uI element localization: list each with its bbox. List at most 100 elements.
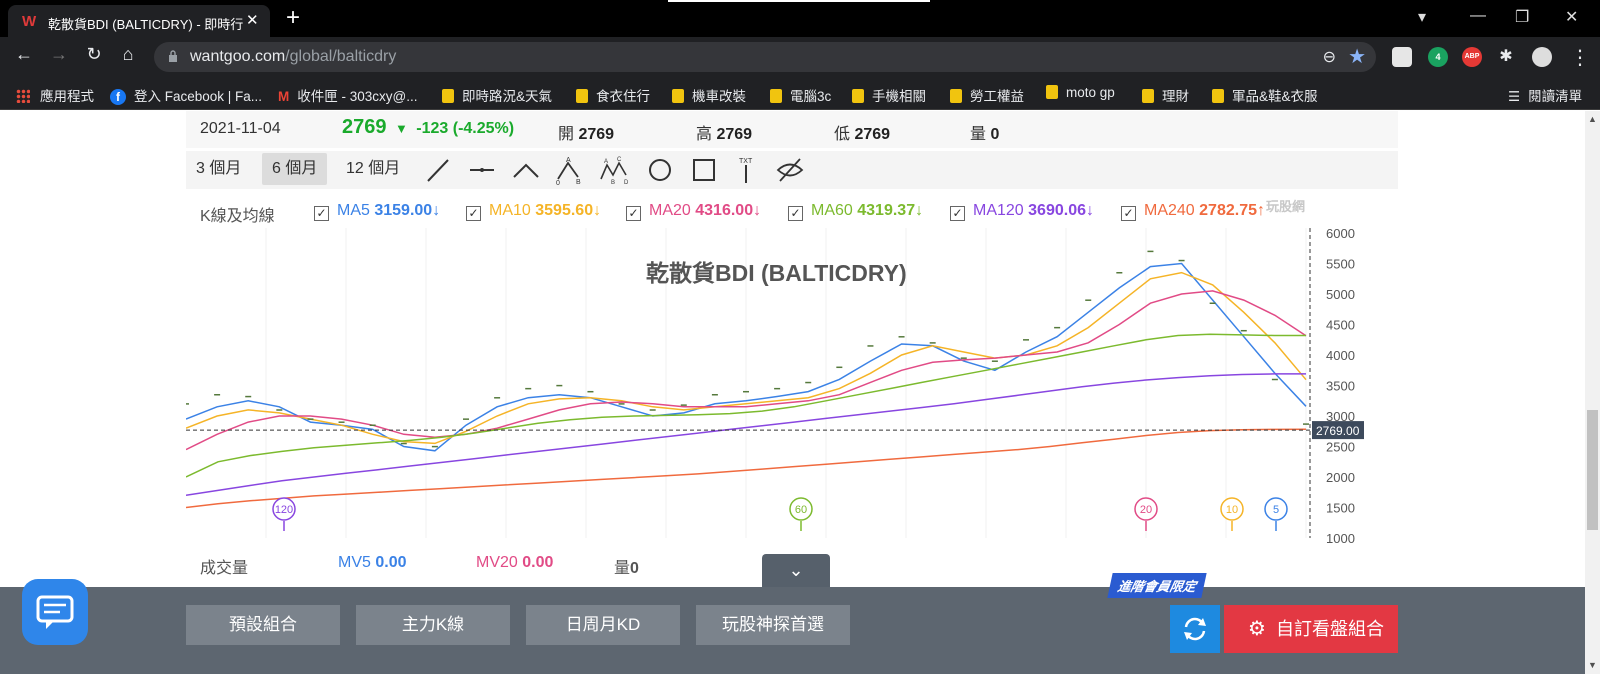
circle-tool-icon[interactable]: [644, 155, 676, 185]
ma10-toggle[interactable]: ✓ MA10 3595.60↓: [466, 202, 601, 221]
bookmark-folder[interactable]: 軍品&鞋&衣服: [1212, 85, 1318, 105]
bookmark-folder[interactable]: 手機相關: [852, 85, 926, 105]
wantgoo-logo-icon: W: [22, 13, 37, 30]
checkbox-icon[interactable]: ✓: [788, 206, 803, 221]
period-marker-label: 10: [1226, 504, 1238, 516]
bookmark-folder[interactable]: 勞工權益: [950, 85, 1024, 105]
low-value: 2769: [854, 126, 891, 143]
quote-volume: 量 0: [970, 120, 999, 144]
kd-button[interactable]: 日周月KD: [526, 605, 680, 645]
collapse-chevron-button[interactable]: ⌄: [762, 554, 830, 588]
gmail-icon: M: [278, 89, 290, 104]
scrollbar-track[interactable]: [1585, 111, 1600, 674]
extension-translate-icon[interactable]: [1392, 47, 1412, 67]
price-chart[interactable]: 6000 5500 5000 4500 4000 3500 3000 2500 2000 1500…: [183, 226, 1398, 550]
reading-list-button[interactable]: ☰ 閱讀清單: [1508, 85, 1582, 105]
new-tab-button[interactable]: +: [286, 4, 300, 32]
hide-drawings-icon[interactable]: [774, 155, 806, 185]
horizontal-line-tool-icon[interactable]: [466, 155, 498, 185]
extension-shield-icon[interactable]: 4: [1428, 47, 1448, 67]
ma240-toggle[interactable]: ✓ MA240 2782.75↑: [1121, 202, 1265, 221]
ma240-arrow: ↑: [1257, 202, 1265, 219]
bookmark-gmail[interactable]: M 收件匣 - 303cxy@...: [278, 85, 417, 105]
period-6m-button[interactable]: 6 個月: [262, 153, 328, 185]
extensions-puzzle-icon[interactable]: ✱: [1496, 47, 1516, 67]
period-marker-label: 60: [795, 504, 807, 516]
browser-tab[interactable]: W 乾散貨BDI (BALTICDRY) - 即時行 ✕: [8, 5, 270, 37]
minimize-button[interactable]: —: [1470, 7, 1486, 25]
reload-icon[interactable]: ↻: [82, 44, 106, 65]
checkbox-icon[interactable]: ✓: [314, 206, 329, 221]
period-12m-button[interactable]: 12 個月: [336, 153, 410, 185]
checkbox-icon[interactable]: ✓: [626, 206, 641, 221]
reading-list-label: 閱讀清單: [1528, 89, 1583, 104]
scrollbar-thumb[interactable]: [1587, 410, 1598, 530]
custom-layout-button[interactable]: ⚙ 自訂看盤組合: [1224, 605, 1398, 653]
back-icon[interactable]: ←: [12, 44, 36, 65]
bookmark-folder[interactable]: 機車改裝: [672, 85, 746, 105]
chevron-down-icon: ⌄: [788, 560, 804, 580]
abc-pattern-tool-icon[interactable]: A B 0: [554, 155, 586, 185]
chat-button[interactable]: [22, 579, 88, 645]
adblock-icon[interactable]: ABP: [1462, 47, 1482, 67]
bookmark-folder[interactable]: moto gp: [1046, 85, 1115, 100]
bookmark-folder[interactable]: 即時路況&天氣: [442, 85, 552, 105]
ma240-name: MA240: [1144, 202, 1195, 219]
mv20-name: MV20: [476, 554, 518, 571]
tab-search-icon[interactable]: ▾: [1418, 7, 1426, 27]
ma60-toggle[interactable]: ✓ MA60 4319.37↓: [788, 202, 923, 221]
forward-icon[interactable]: →: [47, 44, 71, 65]
trend-line-tool-icon[interactable]: [422, 155, 454, 185]
bookmark-apps[interactable]: 應用程式: [16, 85, 94, 105]
ma5-toggle[interactable]: ✓ MA5 3159.00↓: [314, 202, 440, 221]
refresh-button[interactable]: [1170, 605, 1220, 653]
zoom-icon[interactable]: ⊖: [1323, 47, 1336, 67]
open-value: 2769: [578, 126, 615, 143]
bookmark-label: 軍品&鞋&衣服: [1232, 89, 1318, 104]
close-window-button[interactable]: ✕: [1565, 7, 1578, 27]
ma20-toggle[interactable]: ✓ MA20 4316.00↓: [626, 202, 761, 221]
y-tick-label: 1500: [1326, 501, 1355, 516]
bookmark-folder[interactable]: 理財: [1142, 85, 1189, 105]
top-picks-button[interactable]: 玩股神探首選: [696, 605, 850, 645]
ma120-toggle[interactable]: ✓ MA120 3690.06↓: [950, 202, 1094, 221]
bookmark-label: 電腦3c: [790, 89, 832, 104]
tab-close-icon[interactable]: ✕: [246, 11, 259, 29]
svg-text:TXT: TXT: [739, 158, 753, 165]
angle-tool-icon[interactable]: [510, 155, 542, 185]
refresh-icon: [1184, 617, 1206, 641]
profile-avatar[interactable]: [1532, 47, 1552, 67]
rectangle-tool-icon[interactable]: [688, 155, 720, 185]
checkbox-icon[interactable]: ✓: [950, 206, 965, 221]
bookmark-label: 應用程式: [40, 89, 94, 104]
scroll-down-icon[interactable]: ▼: [1588, 660, 1597, 670]
period-3m-button[interactable]: 3 個月: [186, 153, 251, 185]
checkbox-icon[interactable]: ✓: [466, 206, 481, 221]
restore-button[interactable]: ❐: [1515, 7, 1529, 27]
y-tick-label: 5000: [1326, 287, 1355, 302]
checkbox-icon[interactable]: ✓: [1121, 206, 1136, 221]
mv5-name: MV5: [338, 554, 371, 571]
home-icon[interactable]: ⌂: [116, 44, 140, 65]
bookmarks-bar: 應用程式 f 登入 Facebook | Fa... M 收件匣 - 303cxy@…: [0, 77, 1600, 110]
bookmark-folder[interactable]: 食衣住行: [576, 85, 650, 105]
bookmark-label: 收件匣 - 303cxy@...: [297, 89, 418, 104]
tab-strip: W 乾散貨BDI (BALTICDRY) - 即時行 ✕ + ▾ — ❐ ✕: [0, 0, 1600, 37]
scroll-up-icon[interactable]: ▲: [1588, 114, 1597, 124]
main-k-line-button[interactable]: 主力K線: [356, 605, 510, 645]
bookmark-facebook[interactable]: f 登入 Facebook | Fa...: [110, 85, 262, 105]
text-tool-icon[interactable]: TXT: [730, 155, 762, 185]
xabcd-pattern-tool-icon[interactable]: A C B D: [598, 155, 630, 185]
preset-combo-button[interactable]: 預設組合: [186, 605, 340, 645]
folder-icon: [852, 89, 864, 103]
y-tick-label: 4000: [1326, 348, 1355, 363]
period-marker-label: 120: [275, 504, 293, 516]
address-bar[interactable]: wantgoo.com/global/balticdry ⊖ ★: [154, 42, 1376, 72]
chrome-menu-icon[interactable]: ⋮: [1570, 45, 1590, 70]
bookmark-star-icon[interactable]: ★: [1348, 44, 1366, 69]
ma20-name: MA20: [649, 202, 691, 219]
bookmark-folder[interactable]: 電腦3c: [770, 85, 831, 105]
footer-toolbar: 預設組合 主力K線 日周月KD 玩股神探首選 進階會員限定 ⚙ 自訂看盤組合: [0, 573, 1585, 674]
volume-label: 量: [970, 126, 987, 143]
y-tick-label: 2500: [1326, 440, 1355, 455]
